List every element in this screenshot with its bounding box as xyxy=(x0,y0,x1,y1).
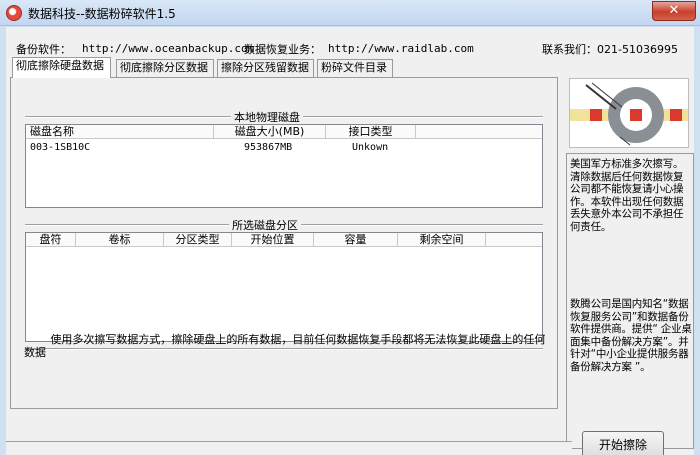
column-interface[interactable]: 接口类型 xyxy=(326,125,416,139)
list-header: 盘符 卷标 分区类型 开始位置 容量 剩余空间 xyxy=(26,233,542,247)
column-volume-label[interactable]: 卷标 xyxy=(76,233,164,247)
close-button[interactable]: ✕ xyxy=(652,1,696,21)
disk-platter-illustration xyxy=(569,78,689,148)
company-text: 数腾公司是国内知名“数据恢复服务公司”和数据备份软件提供商。提供“ 企业桌面集中… xyxy=(570,298,692,373)
column-disk-size[interactable]: 磁盘大小(MB) xyxy=(214,125,326,139)
table-row[interactable]: 003-1SB10C 953867MB Unkown xyxy=(26,141,542,155)
list-header: 磁盘名称 磁盘大小(MB) 接口类型 xyxy=(26,125,542,139)
tab-erase-partition[interactable]: 彻底擦除分区数据 xyxy=(116,59,214,77)
tab-panel: 本地物理磁盘 磁盘名称 磁盘大小(MB) 接口类型 003-1SB10C 953… xyxy=(10,77,558,409)
backup-label: 备份软件： xyxy=(16,43,71,56)
tab-erase-disk[interactable]: 彻底擦除硬盘数据 xyxy=(12,57,111,78)
app-icon xyxy=(6,5,22,21)
tab-shred-files[interactable]: 粉碎文件目录 xyxy=(317,59,393,77)
column-partition-type[interactable]: 分区类型 xyxy=(164,233,232,247)
disk-erase-image xyxy=(570,82,688,146)
erase-description: 使用多次擦写数据方式，擦除硬盘上的所有数据，目前任何数据恢复手段都将无法恢复此硬… xyxy=(24,333,546,359)
window-title: 数据科技--数据粉碎软件1.5 xyxy=(28,7,176,21)
title-bar: 数据科技--数据粉碎软件1.5 ✕ xyxy=(0,0,700,26)
column-start-position[interactable]: 开始位置 xyxy=(232,233,314,247)
recovery-label: 数据恢复业务： xyxy=(244,43,321,56)
recovery-url: http://www.raidlab.com xyxy=(328,42,474,55)
physical-disk-list[interactable]: 磁盘名称 磁盘大小(MB) 接口类型 003-1SB10C 953867MB U… xyxy=(25,124,543,208)
disk-size-cell: 953867MB xyxy=(244,142,293,153)
column-drive-letter[interactable]: 盘符 xyxy=(26,233,76,247)
start-erase-button[interactable]: 开始擦除 xyxy=(582,431,664,455)
notice-memo: 美国军方标准多次擦写。清除数据后任何数据恢复公司都不能恢复请小心操作。本软件出现… xyxy=(566,153,694,449)
backup-url: http://www.oceanbackup.com xyxy=(82,42,255,55)
physical-disk-group-title: 本地物理磁盘 xyxy=(231,109,303,125)
partition-group-title: 所选磁盘分区 xyxy=(229,217,301,233)
disk-interface-cell: Unkown xyxy=(352,142,389,153)
tab-erase-residual[interactable]: 擦除分区残留数据 xyxy=(217,59,314,77)
column-capacity[interactable]: 容量 xyxy=(314,233,398,247)
status-bar xyxy=(6,441,572,455)
warning-text: 美国军方标准多次擦写。清除数据后任何数据恢复公司都不能恢复请小心操作。本软件出现… xyxy=(570,158,684,233)
partition-list[interactable]: 盘符 卷标 分区类型 开始位置 容量 剩余空间 xyxy=(25,232,543,342)
disk-name-cell: 003-1SB10C xyxy=(30,142,91,153)
contact-info: 联系我们：021-51036995 xyxy=(542,43,678,56)
column-disk-name[interactable]: 磁盘名称 xyxy=(26,125,214,139)
column-free-space[interactable]: 剩余空间 xyxy=(398,233,486,247)
main-window: 备份软件： http://www.oceanbackup.com 数据恢复业务：… xyxy=(6,27,694,455)
